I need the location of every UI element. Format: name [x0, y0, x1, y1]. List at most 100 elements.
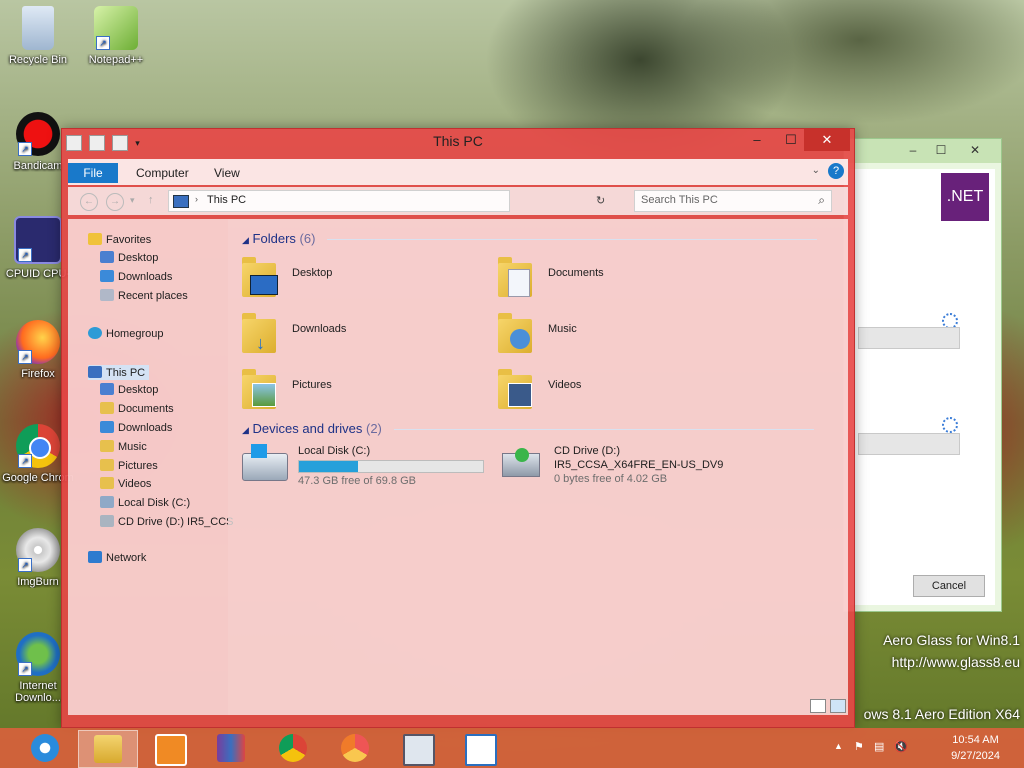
chrome-canary-icon [341, 734, 369, 762]
recycle-bin-icon [22, 6, 54, 50]
up-icon[interactable]: ↑ [148, 194, 154, 206]
search-input[interactable]: Search This PC ⌕ [634, 190, 832, 212]
shortcut-arrow-icon: ↗ [18, 248, 32, 262]
folder-music[interactable]: Music [498, 311, 738, 361]
desktop-icon-notepadpp[interactable]: ↗ Notepad++ [78, 6, 154, 66]
notepadpp-icon: ↗ [94, 6, 138, 50]
folder-downloads[interactable]: ↓ Downloads [242, 311, 482, 361]
expand-ribbon-icon[interactable]: ⌄ [812, 165, 820, 176]
back-icon[interactable]: ← [80, 193, 98, 211]
refresh-icon[interactable]: ↻ [596, 194, 605, 207]
nav-network[interactable]: Network [88, 551, 146, 564]
details-view-icon[interactable] [810, 699, 826, 713]
shortcut-arrow-icon: ↗ [18, 662, 32, 676]
tab-computer[interactable]: Computer [136, 163, 189, 183]
taskbar-network-connections[interactable] [388, 730, 446, 766]
folder-pictures[interactable]: Pictures [242, 367, 482, 417]
nav-pc-downloads[interactable]: Downloads [100, 421, 172, 434]
taskbar-file-explorer[interactable] [78, 730, 138, 768]
nav-pc-documents[interactable]: Documents [100, 402, 174, 415]
taskbar: ▲ ⚑ ▤ 🔇 10:54 AM 9/27/2024 [0, 728, 1024, 768]
install-spinner-icon [942, 417, 958, 433]
cd-drive-icon [100, 515, 114, 527]
collapse-icon[interactable]: ◢ [242, 425, 249, 435]
help-icon[interactable]: ? [828, 163, 844, 179]
maximize-icon[interactable]: ☐ [774, 129, 808, 151]
net-setup-titlebar[interactable]: – ☐ ✕ [844, 139, 1001, 163]
watermark-line-1: Aero Glass for Win8.1 [883, 632, 1020, 648]
clock-date: 9/27/2024 [951, 750, 1000, 762]
file-explorer-icon [94, 735, 122, 763]
action-center-flag-icon[interactable]: ⚑ [854, 740, 864, 753]
network-connections-icon [403, 734, 435, 766]
system-tray: ▲ ⚑ ▤ 🔇 10:54 AM 9/27/2024 [834, 728, 1024, 768]
collapse-icon[interactable]: ◢ [242, 235, 249, 245]
tab-view[interactable]: View [214, 163, 240, 183]
folder-desktop[interactable]: Desktop [242, 255, 482, 305]
taskbar-winrar[interactable] [202, 730, 260, 766]
nav-pc-music[interactable]: Music [100, 440, 147, 453]
recent-locations-icon[interactable]: ▾ [130, 195, 135, 206]
maximize-icon[interactable]: ☐ [928, 141, 954, 159]
nav-favorites[interactable]: Favorites [88, 233, 151, 246]
hard-drive-icon [242, 444, 288, 481]
minimize-icon[interactable]: – [900, 141, 926, 159]
taskbar-mathtype[interactable] [450, 730, 508, 766]
net-setup-window[interactable]: – ☐ ✕ .NET Cancel [843, 138, 1002, 612]
nav-fav-downloads[interactable]: Downloads [100, 270, 172, 283]
show-hidden-icons-icon[interactable]: ▲ [834, 741, 843, 751]
drive-cd-d[interactable]: CD Drive (D:) IR5_CCSA_X64FRE_EN-US_DV9 … [498, 445, 818, 505]
nav-pc-local-disk[interactable]: Local Disk (C:) [100, 496, 190, 509]
media-player-icon [155, 734, 187, 766]
close-icon[interactable]: ✕ [804, 129, 850, 151]
taskbar-internet-explorer[interactable] [16, 730, 74, 766]
close-icon[interactable]: ✕ [958, 141, 992, 159]
downloads-icon [100, 421, 114, 433]
nav-pc-cd-drive[interactable]: CD Drive (D:) IR5_CCS [100, 515, 234, 528]
address-input[interactable]: › This PC [168, 190, 510, 212]
computer-icon [173, 195, 189, 208]
folders-group-header[interactable]: ◢ Folders (6) [242, 231, 818, 246]
forward-icon[interactable]: → [106, 193, 124, 211]
computer-icon [88, 366, 102, 378]
taskbar-chrome[interactable] [264, 730, 322, 766]
network-tray-icon[interactable]: ▤ [874, 740, 884, 753]
search-icon[interactable]: ⌕ [818, 193, 825, 208]
clock-time: 10:54 AM [952, 734, 999, 746]
nav-this-pc[interactable]: This PC [88, 365, 150, 380]
explorer-window[interactable]: ▾ This PC – ☐ ✕ File Computer View ⌄ ? ←… [61, 128, 855, 728]
cancel-button[interactable]: Cancel [913, 575, 985, 597]
documents-icon [100, 402, 114, 414]
shortcut-arrow-icon: ↗ [18, 558, 32, 572]
volume-muted-icon[interactable]: 🔇 [894, 740, 908, 753]
folder-documents[interactable]: Documents [498, 255, 738, 305]
minimize-icon[interactable]: – [740, 129, 774, 151]
devices-group-header[interactable]: ◢ Devices and drives (2) [242, 421, 814, 436]
folder-icon: ↓ [242, 311, 278, 355]
nav-fav-recent[interactable]: Recent places [100, 289, 188, 302]
bandicam-icon: ↗ [16, 112, 60, 156]
nav-pc-pictures[interactable]: Pictures [100, 459, 158, 472]
folder-videos[interactable]: Videos [498, 367, 738, 417]
install-progress-bar [858, 433, 960, 455]
nav-homegroup[interactable]: Homegroup [88, 327, 163, 340]
drive-usage-bar [298, 460, 484, 473]
taskbar-media-player[interactable] [140, 730, 198, 766]
nav-pc-videos[interactable]: Videos [100, 477, 151, 490]
navigation-pane: Favorites Desktop Downloads Recent place… [68, 219, 234, 715]
taskbar-clock[interactable]: 10:54 AM 9/27/2024 [951, 732, 1000, 764]
firefox-icon: ↗ [16, 320, 60, 364]
nav-fav-desktop[interactable]: Desktop [100, 251, 158, 264]
tab-file[interactable]: File [68, 163, 118, 183]
window-title: This PC [433, 133, 483, 149]
mathtype-icon [465, 734, 497, 766]
desktop-icon-recycle-bin[interactable]: Recycle Bin [0, 6, 76, 66]
drive-local-disk-c[interactable]: Local Disk (C:) 47.3 GB free of 69.8 GB [242, 444, 484, 505]
winrar-icon [217, 734, 245, 762]
desktop-wallpaper: Recycle Bin ↗ Notepad++ ↗ Bandicam ↗ CPU… [0, 0, 1024, 768]
large-icons-view-icon[interactable] [830, 699, 846, 713]
taskbar-chrome-canary[interactable] [326, 730, 384, 766]
nav-pc-desktop[interactable]: Desktop [100, 383, 158, 396]
music-icon [100, 440, 114, 452]
folder-icon [498, 367, 534, 411]
